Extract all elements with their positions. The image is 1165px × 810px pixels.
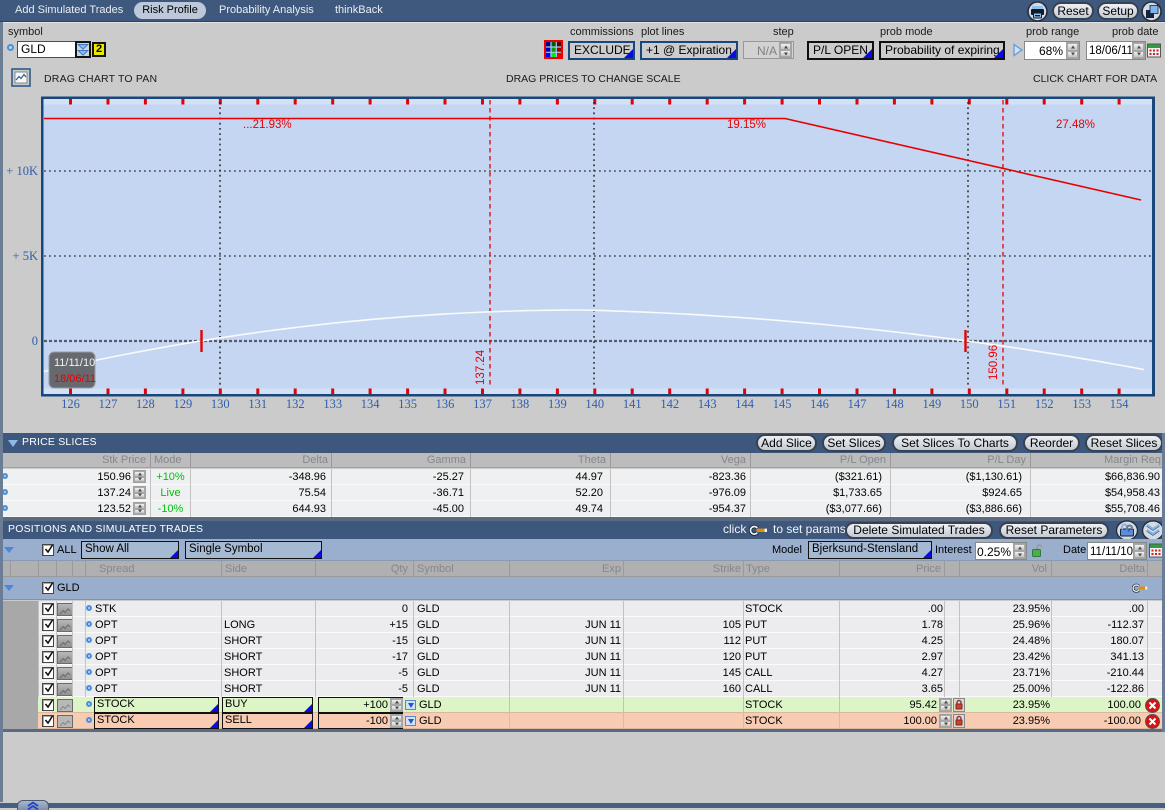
- svg-text:+ 5K: + 5K: [13, 249, 38, 263]
- svg-text:134: 134: [361, 397, 381, 411]
- svg-text:133: 133: [323, 397, 342, 411]
- svg-text:147: 147: [848, 397, 867, 411]
- svg-text:140: 140: [585, 397, 604, 411]
- svg-text:145: 145: [773, 397, 792, 411]
- svg-text:131: 131: [248, 397, 267, 411]
- svg-text:141: 141: [623, 397, 642, 411]
- svg-text:136: 136: [436, 397, 455, 411]
- svg-text:139: 139: [548, 397, 567, 411]
- svg-text:...21.93%: ...21.93%: [243, 119, 292, 131]
- svg-text:11/11/10: 11/11/10: [54, 357, 95, 369]
- svg-text:148: 148: [885, 397, 904, 411]
- svg-text:143: 143: [698, 397, 717, 411]
- svg-text:127: 127: [99, 397, 118, 411]
- svg-text:+ 10K: + 10K: [6, 164, 38, 178]
- svg-text:137: 137: [473, 397, 492, 411]
- svg-text:18/06/11: 18/06/11: [54, 373, 96, 385]
- svg-text:135: 135: [398, 397, 417, 411]
- svg-text:137.24: 137.24: [475, 349, 487, 385]
- svg-text:154: 154: [1110, 397, 1130, 411]
- svg-text:151: 151: [997, 397, 1016, 411]
- svg-text:128: 128: [136, 397, 155, 411]
- svg-text:152: 152: [1035, 397, 1054, 411]
- svg-text:149: 149: [923, 397, 942, 411]
- svg-text:19.15%: 19.15%: [727, 119, 766, 131]
- svg-text:27.48%: 27.48%: [1056, 119, 1095, 131]
- svg-text:126: 126: [61, 397, 80, 411]
- svg-text:129: 129: [174, 397, 193, 411]
- svg-text:132: 132: [286, 397, 305, 411]
- svg-text:144: 144: [735, 397, 755, 411]
- svg-text:146: 146: [810, 397, 829, 411]
- svg-text:130: 130: [211, 397, 230, 411]
- svg-text:138: 138: [511, 397, 530, 411]
- svg-text:142: 142: [660, 397, 679, 411]
- svg-text:150.96: 150.96: [988, 345, 1000, 380]
- svg-text:0: 0: [32, 334, 38, 348]
- svg-text:150: 150: [960, 397, 979, 411]
- svg-text:153: 153: [1072, 397, 1091, 411]
